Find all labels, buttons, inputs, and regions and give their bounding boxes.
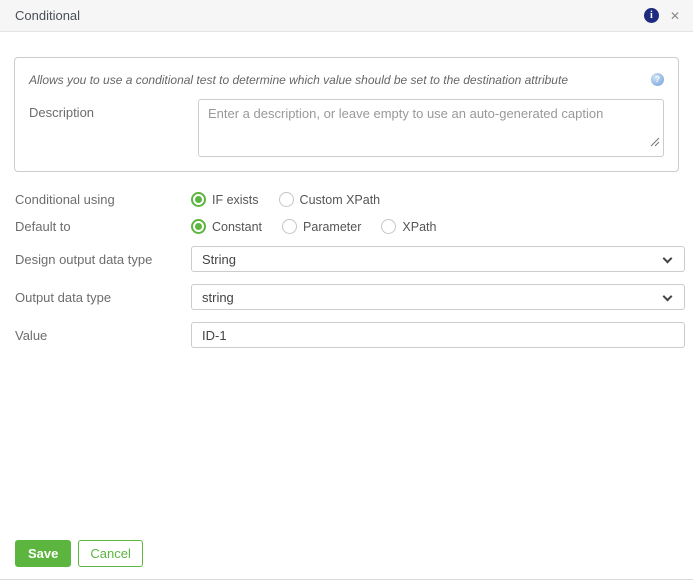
select-value: String [202,251,236,267]
value-label: Value [15,327,48,343]
help-icon[interactable]: ? [651,73,664,86]
output-data-type-row: Output data type string [15,284,685,310]
description-label: Description [29,105,95,120]
radio-option-if-exists[interactable]: IF exists [191,192,259,207]
dialog-header: Conditional i ✕ [0,0,693,32]
output-data-type-select[interactable]: string [191,284,685,310]
default-to-label: Default to [15,219,71,234]
conditional-using-radio-group: IF exists Custom XPath [191,192,400,207]
description-field-wrap [198,99,664,157]
radio-option-xpath[interactable]: XPath [381,219,436,234]
radio-option-label: XPath [402,219,437,234]
radio-option-constant[interactable]: Constant [191,219,262,234]
value-input[interactable] [191,322,685,348]
dialog-title: Conditional [15,8,81,23]
design-output-data-type-label: Design output data type [15,251,153,267]
save-button[interactable]: Save [15,540,72,567]
conditional-dialog: Conditional i ✕ Allows you to use a cond… [0,0,693,580]
radio-option-label: Constant [212,219,263,234]
conditional-using-label: Conditional using [15,192,115,207]
radio-unselected-icon[interactable] [282,219,298,234]
description-row: Description [29,99,664,157]
design-output-data-type-row: Design output data type String [15,246,685,272]
intro-text: Allows you to use a conditional test to … [29,73,568,87]
description-textarea[interactable] [198,99,664,157]
header-actions: i ✕ [643,8,680,23]
dialog-footer: Save Cancel [15,540,143,567]
value-row: Value [15,322,685,348]
radio-option-parameter[interactable]: Parameter [282,219,361,234]
default-to-radio-group: Constant Parameter XPath [191,219,456,234]
cancel-button[interactable]: Cancel [78,540,143,567]
radio-selected-icon[interactable] [191,192,206,207]
close-icon[interactable]: ✕ [670,10,680,22]
conditional-using-row: Conditional using IF exists Custom XPath [15,192,685,207]
radio-unselected-icon[interactable] [381,219,397,234]
radio-unselected-icon[interactable] [278,192,294,207]
design-output-data-type-select[interactable]: String [191,246,685,272]
radio-option-label: Custom XPath [299,192,381,207]
chevron-down-icon [662,291,673,302]
intro-panel: Allows you to use a conditional test to … [14,57,679,172]
radio-option-label: Parameter [303,219,362,234]
form-rows: Conditional using IF exists Custom XPath… [0,172,693,348]
radio-selected-icon[interactable] [191,219,206,234]
info-icon[interactable]: i [643,8,659,23]
default-to-row: Default to Constant Parameter XPath [15,219,685,234]
radio-option-custom-xpath[interactable]: Custom XPath [278,192,381,207]
output-data-type-label: Output data type [15,289,112,305]
chevron-down-icon [662,253,673,264]
radio-option-label: IF exists [212,192,259,207]
select-value: string [202,289,234,305]
intro-row: Allows you to use a conditional test to … [29,72,664,88]
